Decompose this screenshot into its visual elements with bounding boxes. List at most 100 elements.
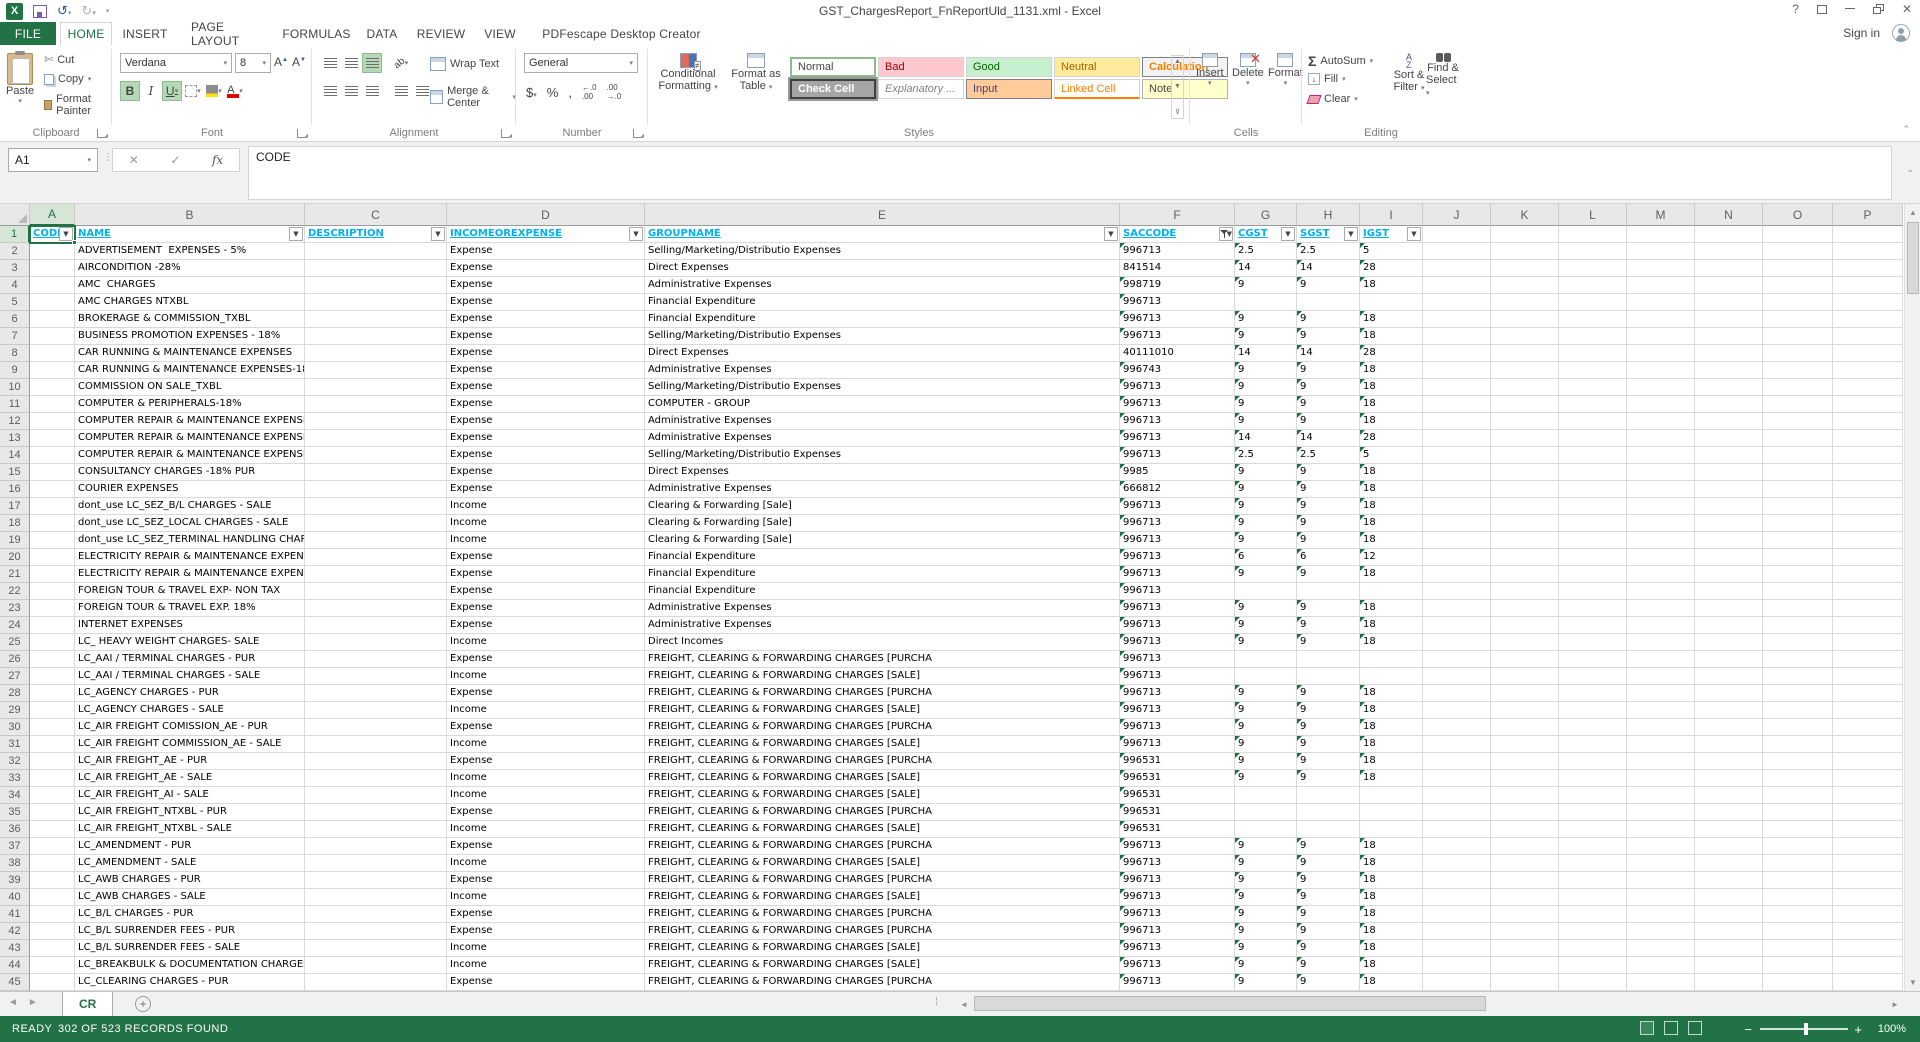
- cell-O25[interactable]: [1763, 634, 1833, 651]
- restore-icon[interactable]: [1873, 4, 1884, 14]
- cell-G18[interactable]: 9: [1235, 515, 1297, 532]
- cell-H36[interactable]: [1297, 821, 1360, 838]
- cell-D17[interactable]: Income: [447, 498, 645, 515]
- cell-F27[interactable]: 996713: [1120, 668, 1235, 685]
- cell-P40[interactable]: [1833, 889, 1903, 906]
- comma-style-icon[interactable]: ,: [568, 85, 572, 100]
- cell-K30[interactable]: [1491, 719, 1559, 736]
- cell-P28[interactable]: [1833, 685, 1903, 702]
- cell-M22[interactable]: [1627, 583, 1695, 600]
- cell-F8[interactable]: 40111010: [1120, 345, 1235, 362]
- cell-D32[interactable]: Expense: [447, 753, 645, 770]
- cell-F40[interactable]: 996713: [1120, 889, 1235, 906]
- cell-A3[interactable]: [30, 260, 75, 277]
- cell-I22[interactable]: [1360, 583, 1423, 600]
- cell-A11[interactable]: [30, 396, 75, 413]
- cell-O36[interactable]: [1763, 821, 1833, 838]
- cell-P38[interactable]: [1833, 855, 1903, 872]
- cell-L9[interactable]: [1559, 362, 1627, 379]
- cell-B4[interactable]: AMC CHARGES: [75, 277, 305, 294]
- cell-K5[interactable]: [1491, 294, 1559, 311]
- cell-G30[interactable]: 9: [1235, 719, 1297, 736]
- cell-H20[interactable]: 6: [1297, 549, 1360, 566]
- cell-A45[interactable]: [30, 974, 75, 991]
- cell-H41[interactable]: 9: [1297, 906, 1360, 923]
- row-header-27[interactable]: 27: [0, 668, 30, 685]
- style-check-cell[interactable]: Check Cell: [790, 79, 876, 99]
- cell-G28[interactable]: 9: [1235, 685, 1297, 702]
- percent-style-icon[interactable]: %: [547, 85, 559, 100]
- cell-C23[interactable]: [305, 600, 447, 617]
- cell-M5[interactable]: [1627, 294, 1695, 311]
- cell-L41[interactable]: [1559, 906, 1627, 923]
- cell-E41[interactable]: FREIGHT, CLEARING & FORWARDING CHARGES […: [645, 906, 1120, 923]
- cell-J4[interactable]: [1423, 277, 1491, 294]
- cell-J36[interactable]: [1423, 821, 1491, 838]
- align-center-icon[interactable]: [341, 81, 361, 101]
- cell-B1[interactable]: NAME▼: [75, 226, 305, 243]
- cell-J8[interactable]: [1423, 345, 1491, 362]
- cell-A10[interactable]: [30, 379, 75, 396]
- cell-J11[interactable]: [1423, 396, 1491, 413]
- cell-J25[interactable]: [1423, 634, 1491, 651]
- cell-I3[interactable]: 28: [1360, 260, 1423, 277]
- cell-D15[interactable]: Expense: [447, 464, 645, 481]
- cell-E27[interactable]: FREIGHT, CLEARING & FORWARDING CHARGES […: [645, 668, 1120, 685]
- cell-J21[interactable]: [1423, 566, 1491, 583]
- cell-E18[interactable]: Clearing & Forwarding [Sale]: [645, 515, 1120, 532]
- cell-D24[interactable]: Expense: [447, 617, 645, 634]
- cell-P7[interactable]: [1833, 328, 1903, 345]
- cell-K22[interactable]: [1491, 583, 1559, 600]
- cell-C6[interactable]: [305, 311, 447, 328]
- cell-F32[interactable]: 996531: [1120, 753, 1235, 770]
- cell-K2[interactable]: [1491, 243, 1559, 260]
- sort-filter-button[interactable]: AZ Sort & Filter ▾: [1392, 53, 1426, 93]
- cell-L6[interactable]: [1559, 311, 1627, 328]
- cell-H25[interactable]: 9: [1297, 634, 1360, 651]
- cell-G20[interactable]: 6: [1235, 549, 1297, 566]
- cell-O40[interactable]: [1763, 889, 1833, 906]
- cell-M39[interactable]: [1627, 872, 1695, 889]
- top-align-icon[interactable]: [320, 53, 340, 73]
- cell-A7[interactable]: [30, 328, 75, 345]
- cell-O15[interactable]: [1763, 464, 1833, 481]
- row-header-24[interactable]: 24: [0, 617, 30, 634]
- cell-B9[interactable]: CAR RUNNING & MAINTENANCE EXPENSES-18%: [75, 362, 305, 379]
- cell-H22[interactable]: [1297, 583, 1360, 600]
- cell-N8[interactable]: [1695, 345, 1763, 362]
- cell-E8[interactable]: Direct Expenses: [645, 345, 1120, 362]
- cell-I31[interactable]: 18: [1360, 736, 1423, 753]
- cell-J10[interactable]: [1423, 379, 1491, 396]
- vertical-scroll-thumb[interactable]: [1907, 222, 1919, 294]
- cell-N22[interactable]: [1695, 583, 1763, 600]
- filter-arrow-icon-C[interactable]: ▼: [431, 227, 445, 241]
- tab-review[interactable]: REVIEW: [408, 22, 474, 45]
- borders-icon[interactable]: ▾: [183, 81, 203, 101]
- cell-J28[interactable]: [1423, 685, 1491, 702]
- cell-C13[interactable]: [305, 430, 447, 447]
- cell-P2[interactable]: [1833, 243, 1903, 260]
- cell-J38[interactable]: [1423, 855, 1491, 872]
- cell-H10[interactable]: 9: [1297, 379, 1360, 396]
- cell-M37[interactable]: [1627, 838, 1695, 855]
- cell-O32[interactable]: [1763, 753, 1833, 770]
- tab-insert[interactable]: INSERT: [112, 22, 178, 45]
- cell-P12[interactable]: [1833, 413, 1903, 430]
- cell-N12[interactable]: [1695, 413, 1763, 430]
- cell-H32[interactable]: 9: [1297, 753, 1360, 770]
- cell-E10[interactable]: Selling/Marketing/Distributio Expenses: [645, 379, 1120, 396]
- cell-F21[interactable]: 996713: [1120, 566, 1235, 583]
- cell-B15[interactable]: CONSULTANCY CHARGES -18% PUR: [75, 464, 305, 481]
- underline-button[interactable]: U ▾: [162, 81, 182, 101]
- cell-D27[interactable]: Income: [447, 668, 645, 685]
- cell-N45[interactable]: [1695, 974, 1763, 991]
- cell-N43[interactable]: [1695, 940, 1763, 957]
- cell-C9[interactable]: [305, 362, 447, 379]
- cell-H26[interactable]: [1297, 651, 1360, 668]
- cell-E2[interactable]: Selling/Marketing/Distributio Expenses: [645, 243, 1120, 260]
- cell-C39[interactable]: [305, 872, 447, 889]
- cell-B26[interactable]: LC_AAI / TERMINAL CHARGES - PUR: [75, 651, 305, 668]
- tab-page-layout[interactable]: PAGE LAYOUT: [178, 22, 277, 45]
- cell-K40[interactable]: [1491, 889, 1559, 906]
- cell-B16[interactable]: COURIER EXPENSES: [75, 481, 305, 498]
